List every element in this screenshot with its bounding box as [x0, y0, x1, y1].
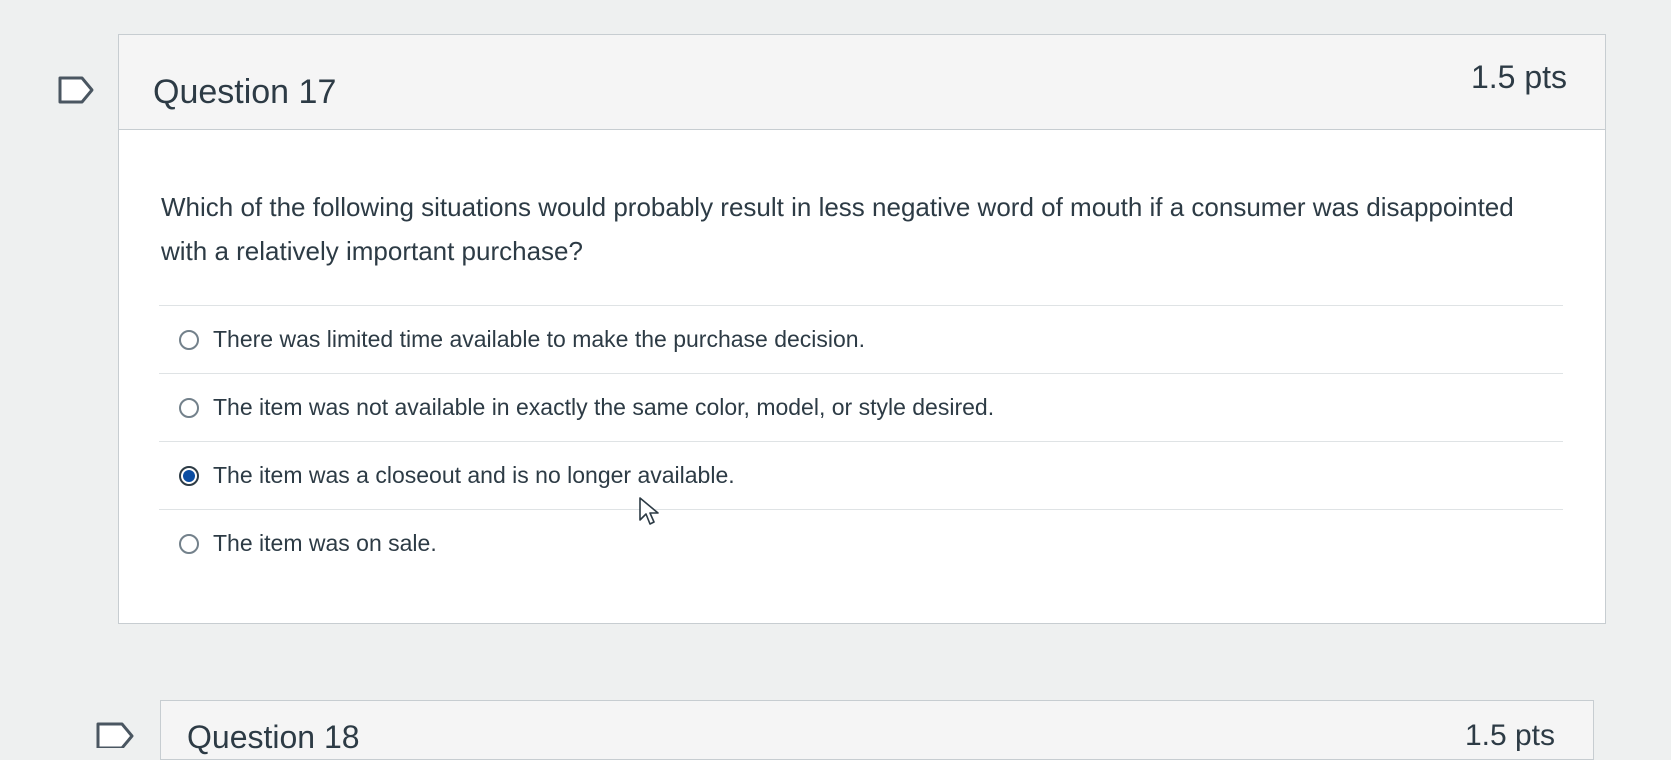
next-question-points: 1.5 pts — [1464, 719, 1555, 752]
mouse-pointer-icon — [638, 496, 660, 526]
answer-option-2[interactable]: The item was not available in exactly th… — [159, 373, 1563, 441]
question-text: Which of the following situations would … — [161, 192, 1514, 266]
answer-label: The item was a closeout and is no longer… — [213, 462, 735, 488]
answer-list: There was limited time available to make… — [159, 305, 1563, 577]
radio-button[interactable] — [179, 397, 199, 418]
question-card: Question 17 1.5 pts Which of the followi… — [118, 34, 1606, 624]
next-question-card: Question 18 1.5 pts — [160, 700, 1594, 760]
next-question-title: Question 18 — [187, 719, 360, 755]
radio-button-selected[interactable] — [179, 465, 199, 486]
answer-option-4[interactable]: The item was on sale. — [159, 509, 1563, 577]
question-title: Question 17 — [153, 73, 337, 111]
answer-label: The item was on sale. — [213, 530, 437, 556]
answer-label: The item was not available in exactly th… — [213, 394, 995, 420]
answer-option-3[interactable]: The item was a closeout and is no longer… — [159, 441, 1563, 509]
flag-question-icon[interactable] — [96, 722, 134, 748]
answer-option-1[interactable]: There was limited time available to make… — [159, 305, 1563, 373]
question-header: Question 17 1.5 pts — [119, 35, 1605, 130]
radio-button[interactable] — [179, 329, 199, 350]
question-points: 1.5 pts — [1470, 59, 1567, 95]
radio-button[interactable] — [179, 533, 199, 554]
answer-label: There was limited time available to make… — [213, 326, 865, 352]
flag-question-icon[interactable] — [58, 76, 94, 104]
